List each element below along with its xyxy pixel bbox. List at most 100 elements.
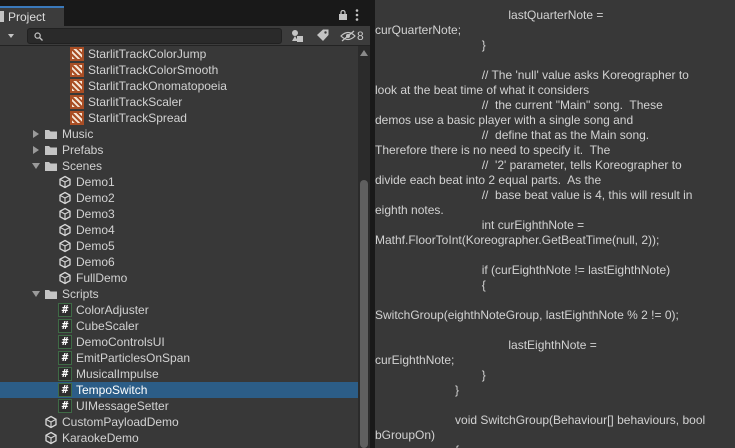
koreography-track-icon <box>70 79 84 93</box>
code-line: divide each beat into 2 equal parts. As … <box>375 173 602 187</box>
tree-item-label: Scenes <box>62 159 103 173</box>
tree-asset-row[interactable]: KaraokeDemo <box>0 430 358 446</box>
csharp-script-icon: # <box>58 335 72 349</box>
tree-item-label: Scripts <box>62 287 99 301</box>
csharp-script-icon: # <box>58 303 72 317</box>
folder-icon <box>45 146 57 155</box>
tree-asset-row[interactable]: Demo3 <box>0 206 358 222</box>
folder-icon <box>45 290 57 299</box>
tree-item-label: Demo6 <box>76 255 115 269</box>
tree-folder-row[interactable]: Prefabs <box>0 142 358 158</box>
script-preview: lastQuarterNote = curQuarterNote; } // Th… <box>375 0 735 448</box>
search-input[interactable] <box>27 28 282 44</box>
tree-asset-row[interactable]: FullDemo <box>0 270 358 286</box>
tree-item-label: CubeScaler <box>76 319 139 333</box>
eye-hidden-icon <box>340 30 356 42</box>
code-line: bGroupOn) <box>375 428 436 442</box>
expand-arrow-right-icon[interactable] <box>32 146 40 154</box>
project-folder-icon <box>0 11 4 22</box>
tree-scrollbar[interactable] <box>358 46 370 448</box>
code-line: demos use a basic player with a single s… <box>375 113 634 127</box>
scroll-up-icon[interactable] <box>360 50 368 56</box>
tree-item-label: EmitParticlesOnSpan <box>76 351 191 365</box>
hidden-packages-count: 8 <box>357 29 364 43</box>
lock-icon[interactable] <box>338 10 348 20</box>
tree-asset-row[interactable]: Demo1 <box>0 174 358 190</box>
code-line: Mathf.FloorToInt(Koreographer.GetBeatTim… <box>375 233 660 247</box>
tab-bar: Project <box>0 0 370 26</box>
tree-asset-row[interactable]: CustomPayloadDemo <box>0 414 358 430</box>
create-dropdown-icon[interactable] <box>0 26 20 46</box>
tree-folder-row[interactable]: Music <box>0 126 358 142</box>
tree-item-label: Demo3 <box>76 207 115 221</box>
expand-arrow-down-icon[interactable] <box>32 290 40 298</box>
project-toolbar: 8 <box>0 26 370 46</box>
tree-asset-row[interactable]: StarlitTrackSpread <box>0 110 358 126</box>
code-line: look at the beat time of what it conside… <box>375 83 590 97</box>
tree-item-label: MusicalImpulse <box>76 367 159 381</box>
tree-item-label: Demo2 <box>76 191 115 205</box>
folder-icon <box>45 130 57 139</box>
code-line: { <box>375 443 735 448</box>
tree-asset-row[interactable]: StarlitTrackColorJump <box>0 46 358 62</box>
tree-folder-row[interactable]: Scenes <box>0 158 358 174</box>
unity-scene-icon <box>45 431 57 445</box>
tree-item-label: UIMessageSetter <box>76 399 169 413</box>
csharp-script-icon: # <box>58 367 72 381</box>
tree-item-label: Demo4 <box>76 223 115 237</box>
tree-item-label: StarlitTrackSpread <box>88 111 187 125</box>
unity-scene-icon <box>59 271 71 285</box>
tree-item-label: StarlitTrackColorSmooth <box>88 63 219 77</box>
tree-item-label: TempoSwitch <box>76 383 148 397</box>
koreography-track-icon <box>70 63 84 77</box>
code-line: // '2' parameter, tells Koreographer to <box>375 158 682 172</box>
tab-project[interactable]: Project <box>0 6 64 26</box>
code-line: // The 'null' value asks Koreographer to <box>375 68 689 82</box>
code-line: curEighthNote; <box>375 353 455 367</box>
tree-asset-row[interactable]: # UIMessageSetter <box>0 398 358 414</box>
tree-asset-row[interactable]: # ColorAdjuster <box>0 302 358 318</box>
unity-scene-icon <box>59 255 71 269</box>
tree-item-label: KaraokeDemo <box>62 431 139 445</box>
unity-scene-icon <box>59 207 71 221</box>
expand-arrow-right-icon[interactable] <box>32 130 40 138</box>
filter-by-type-icon[interactable] <box>291 29 304 42</box>
unity-scene-icon <box>59 175 71 189</box>
tree-asset-row[interactable]: Demo6 <box>0 254 358 270</box>
tree-asset-row[interactable]: # CubeScaler <box>0 318 358 334</box>
more-options-icon[interactable] <box>355 9 359 21</box>
tree-item-label: StarlitTrackColorJump <box>88 47 207 61</box>
tree-item-label: StarlitTrackScaler <box>88 95 183 109</box>
csharp-script-icon: # <box>58 319 72 333</box>
scrollbar-thumb[interactable] <box>360 180 368 448</box>
code-line: curQuarterNote; <box>375 23 462 37</box>
filter-by-label-icon[interactable] <box>316 29 329 42</box>
tree-asset-row[interactable]: # MusicalImpulse <box>0 366 358 382</box>
tree-asset-row[interactable]: Demo4 <box>0 222 358 238</box>
tree-asset-row[interactable]: # TempoSwitch <box>0 382 358 398</box>
tree-asset-row[interactable]: StarlitTrackScaler <box>0 94 358 110</box>
tree-asset-row[interactable]: Demo2 <box>0 190 358 206</box>
tab-project-label: Project <box>8 10 46 24</box>
tree-item-label: ColorAdjuster <box>76 303 149 317</box>
koreography-track-icon <box>70 47 84 61</box>
tree-asset-row[interactable]: Demo5 <box>0 238 358 254</box>
tree-asset-row[interactable]: # DemoControlsUI <box>0 334 358 350</box>
tree-item-label: Demo1 <box>76 175 115 189</box>
tree-folder-row[interactable]: Scripts <box>0 286 358 302</box>
hidden-packages-toggle[interactable]: 8 <box>340 28 368 44</box>
tree-item-label: StarlitTrackOnomatopoeia <box>88 79 227 93</box>
tree-asset-row[interactable]: StarlitTrackColorSmooth <box>0 62 358 78</box>
folder-icon <box>45 162 57 171</box>
tree-item-label: Prefabs <box>62 143 104 157</box>
tree-asset-row[interactable]: StarlitTrackOnomatopoeia <box>0 78 358 94</box>
code-line: lastEighthNote = <box>375 338 597 352</box>
csharp-script-icon: # <box>58 399 72 413</box>
code-line: } <box>375 368 486 382</box>
expand-arrow-down-icon[interactable] <box>32 162 40 170</box>
tree-asset-row[interactable]: # EmitParticlesOnSpan <box>0 350 358 366</box>
